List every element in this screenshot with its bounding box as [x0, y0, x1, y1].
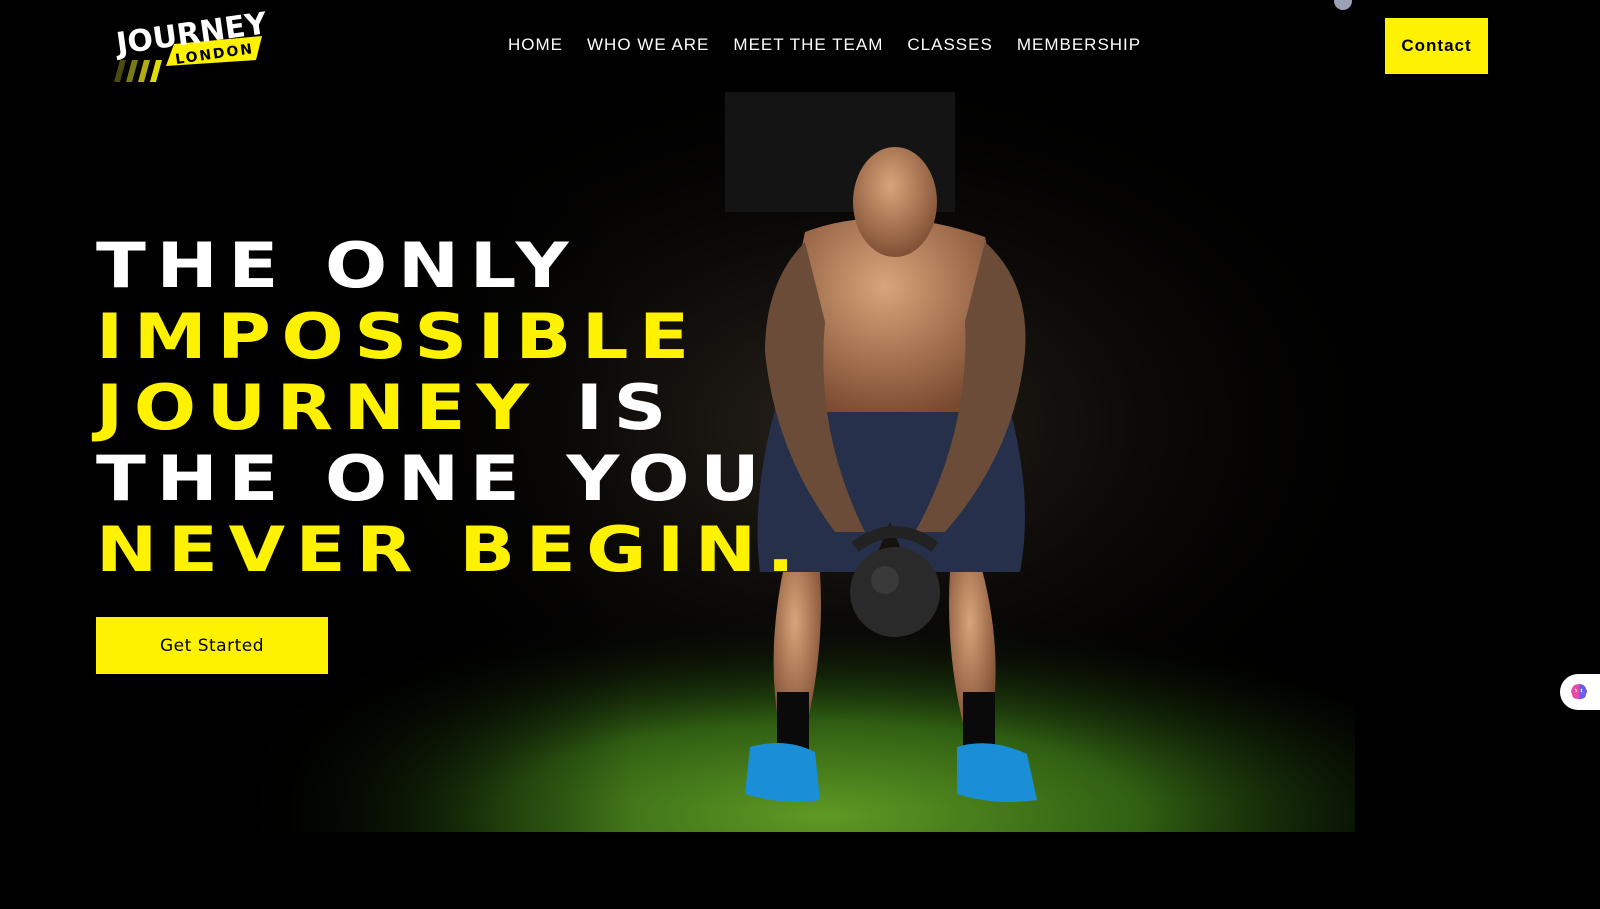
- brain-icon: [1571, 684, 1587, 699]
- headline-line-2: IMPOSSIBLE: [96, 300, 700, 373]
- headline-word-journey: JOURNEY: [96, 371, 540, 444]
- nav-membership[interactable]: MEMBERSHIP: [1017, 34, 1141, 56]
- headline-line-1: THE ONLY: [96, 229, 580, 302]
- nav-classes[interactable]: CLASSES: [907, 34, 992, 56]
- nav-home[interactable]: HOME: [508, 34, 563, 56]
- headline-line-4: THE ONE YOU: [96, 442, 771, 515]
- get-started-button[interactable]: Get Started: [96, 617, 328, 674]
- nav-who-we-are[interactable]: WHO WE ARE: [587, 34, 709, 56]
- assistant-widget[interactable]: [1560, 674, 1600, 710]
- headline-word-is: IS: [539, 371, 677, 444]
- nav-meet-the-team[interactable]: MEET THE TEAM: [733, 34, 883, 56]
- headline-line-5: NEVER BEGIN.: [96, 513, 806, 586]
- contact-button[interactable]: Contact: [1385, 18, 1488, 74]
- headline-line-3: JOURNEY IS: [96, 372, 805, 443]
- scroll-indicator-dot: [1334, 0, 1352, 10]
- site-logo[interactable]: JOURNEY LONDON: [110, 8, 270, 84]
- hero-headline: THE ONLY IMPOSSIBLE JOURNEY IS THE ONE Y…: [96, 230, 805, 585]
- logo-mark-icon: JOURNEY LONDON: [112, 8, 270, 82]
- main-nav: HOME WHO WE ARE MEET THE TEAM CLASSES ME…: [508, 34, 1165, 56]
